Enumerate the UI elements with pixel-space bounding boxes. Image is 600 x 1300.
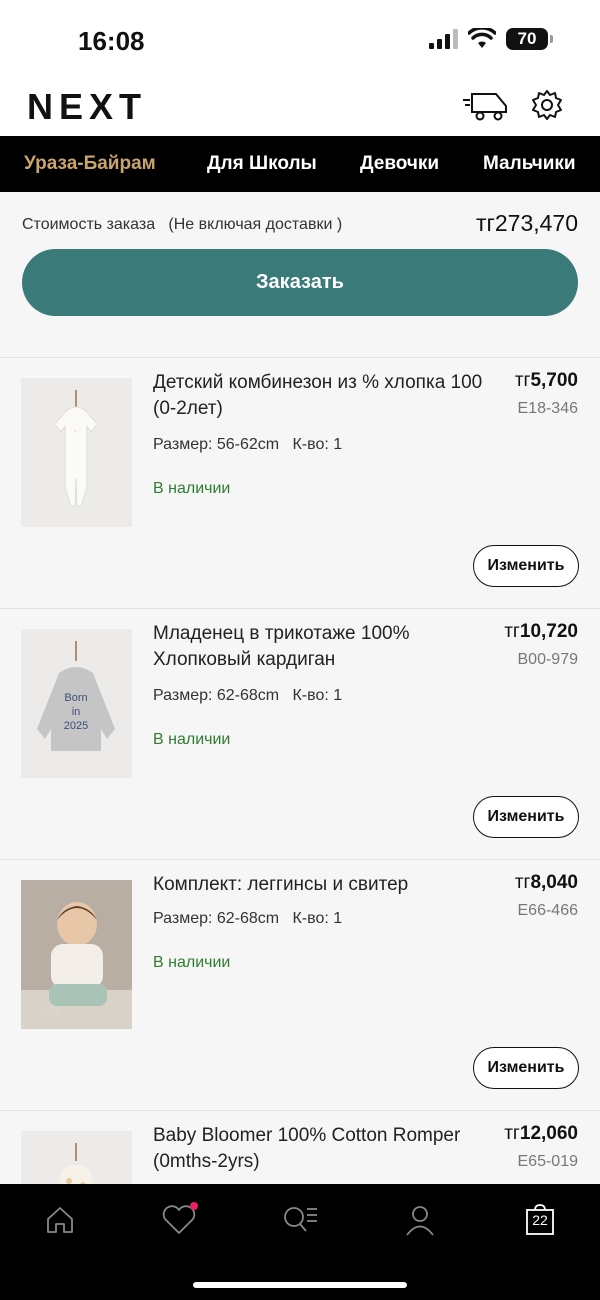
cart-item: Born in 2025 Младенец в трикотаже 100% Х…: [0, 609, 600, 860]
item-size: Размер: 62-68cm К-во: 1: [153, 910, 343, 927]
home-icon[interactable]: [40, 1202, 80, 1238]
item-title[interactable]: Детский комбинезон из % хлопка 100 (0-2л…: [153, 370, 483, 422]
home-indicator: [193, 1282, 407, 1288]
item-qty: К-во: 1: [292, 436, 343, 453]
change-button[interactable]: Изменить: [473, 796, 579, 838]
svg-text:ﾟ: ﾟ: [74, 431, 77, 438]
item-size: Размер: 56-62cm К-во: 1: [153, 436, 343, 453]
image-text: Born: [64, 692, 87, 704]
status-time: 16:08: [78, 26, 145, 56]
item-size: Размер: 62-68cm К-во: 1: [153, 687, 343, 704]
stock-status: В наличии: [153, 480, 231, 497]
app-header: NEXT: [0, 80, 600, 136]
item-qty: К-во: 1: [292, 910, 343, 927]
product-image[interactable]: ﾟ: [21, 378, 132, 527]
battery-icon: 70: [506, 28, 553, 50]
status-icons: 70: [429, 28, 553, 50]
search-list-icon[interactable]: [280, 1202, 320, 1238]
gear-icon[interactable]: [530, 88, 564, 122]
cart-item: ﾟ Детский комбинезон из % хлопка 100 (0-…: [0, 358, 600, 609]
item-code: E66-466: [517, 902, 579, 919]
item-price: тг12,060: [504, 1123, 578, 1144]
bag-count: 22: [532, 1212, 548, 1228]
next-logo[interactable]: NEXT: [27, 86, 147, 128]
delivery-truck-icon[interactable]: [462, 88, 510, 122]
order-total: тг273,470: [475, 210, 578, 236]
item-title[interactable]: Младенец в трикотаже 100% Хлопковый кард…: [153, 621, 483, 673]
item-code: E65-019: [517, 1153, 579, 1170]
nav-item-uraza-bayram[interactable]: Ураза-Байрам: [24, 153, 156, 175]
order-cost-label: Стоимость заказа (Не включая доставки ): [22, 216, 343, 233]
item-qty: К-во: 1: [292, 687, 343, 704]
wishlist-badge-dot: [190, 1202, 198, 1210]
item-title[interactable]: Комплект: леггинсы и свитер: [153, 872, 483, 898]
nav-item-school[interactable]: Для Школы: [207, 153, 317, 175]
nav-item-boys[interactable]: Мальчики: [483, 153, 576, 175]
item-code: B00-979: [517, 651, 579, 668]
item-code: E18-346: [517, 400, 579, 417]
user-icon[interactable]: [400, 1202, 440, 1238]
change-button[interactable]: Изменить: [473, 545, 579, 587]
product-image[interactable]: Born in 2025: [21, 629, 132, 778]
bag-icon[interactable]: 22: [520, 1202, 560, 1238]
category-nav: Ураза-Байрам Для Школы Девочки Мальчики: [0, 136, 600, 192]
order-summary: Стоимость заказа (Не включая доставки ) …: [0, 192, 600, 358]
image-text: in: [72, 706, 81, 718]
signal-icon: [429, 29, 458, 49]
product-image[interactable]: [21, 880, 132, 1029]
wifi-icon: [468, 28, 496, 48]
heart-icon[interactable]: [159, 1202, 199, 1238]
stock-status: В наличии: [153, 954, 231, 971]
order-button[interactable]: Заказать: [22, 249, 578, 316]
image-text: 2025: [64, 720, 88, 732]
nav-item-girls[interactable]: Девочки: [360, 153, 439, 175]
item-price: тг8,040: [514, 872, 578, 893]
cart-item: Комплект: леггинсы и свитер тг8,040 E66-…: [0, 860, 600, 1111]
stock-status: В наличии: [153, 731, 231, 748]
item-price: тг5,700: [514, 370, 578, 391]
item-price: тг10,720: [504, 621, 578, 642]
item-title[interactable]: Baby Bloomer 100% Cotton Romper (0mths-2…: [153, 1123, 483, 1175]
status-bar: 16:08 70: [0, 0, 600, 80]
change-button[interactable]: Изменить: [473, 1047, 579, 1089]
